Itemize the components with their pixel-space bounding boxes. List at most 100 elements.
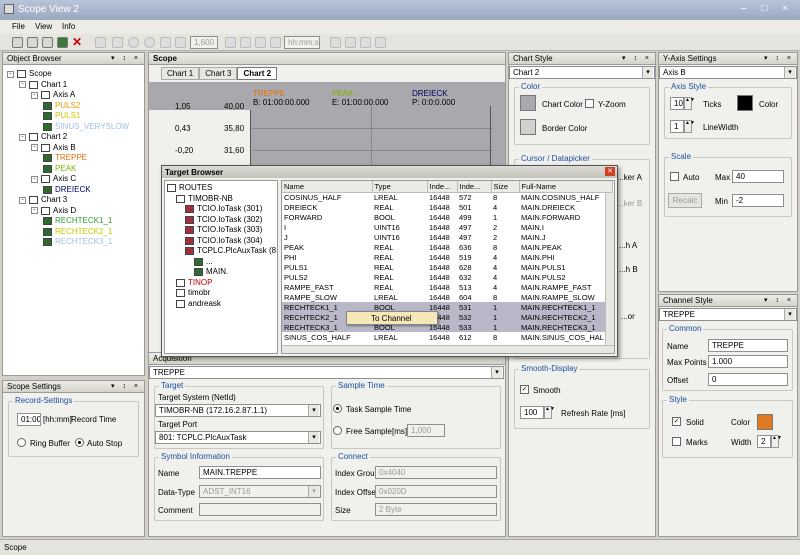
table-row[interactable]: DREIECK REAL 16448 501 4 MAIN.DREIECK <box>282 202 612 212</box>
axis-select[interactable]: Axis B <box>659 66 797 79</box>
tree-item[interactable]: - Axis D <box>7 206 129 217</box>
linewidth-spin[interactable]: ▲▼ <box>684 120 695 133</box>
smooth-checkbox[interactable]: ✓ <box>520 385 529 394</box>
collapse-icon[interactable]: - <box>31 207 38 215</box>
menu-info[interactable]: Info <box>62 22 75 31</box>
collapse-icon[interactable]: - <box>31 91 38 99</box>
collapse-icon[interactable]: - <box>19 133 26 141</box>
recalc-button[interactable]: Recalc <box>668 193 702 208</box>
refresh-rate-input[interactable]: 100 <box>520 406 544 419</box>
play-icon[interactable] <box>175 37 186 48</box>
target-tree-item[interactable]: TINOP <box>167 278 276 289</box>
target-tree-item[interactable]: ... <box>167 257 276 268</box>
chart-add-icon[interactable] <box>27 37 38 48</box>
channel-select[interactable]: TREPPE <box>149 366 504 379</box>
marks-checkbox[interactable] <box>672 437 681 446</box>
tree-item[interactable]: DREIECK <box>7 185 129 196</box>
index-group-input[interactable]: 0x4040 <box>375 466 497 479</box>
column-header[interactable]: Size <box>491 181 520 193</box>
ticks-spin[interactable]: ▲▼ <box>684 97 695 110</box>
column-header[interactable]: Type <box>372 181 428 193</box>
panel-controls[interactable]: ▾ ↕ × <box>764 295 797 306</box>
table-row[interactable]: SINUS_COS_HALF LREAL 16448 612 8 MAIN.SINUS_C… <box>282 332 612 342</box>
width-input[interactable]: 2 <box>757 435 771 448</box>
tree-item[interactable]: PEAK <box>7 164 129 175</box>
auto-scale-checkbox[interactable] <box>670 172 679 181</box>
table-row[interactable]: RAMPE_FAST REAL 16448 513 4 MAIN.RAMPE_FAST <box>282 282 612 292</box>
stop-icon[interactable] <box>144 37 155 48</box>
cut-icon[interactable] <box>112 37 123 48</box>
collapse-icon[interactable]: - <box>19 196 26 204</box>
free-sample-radio[interactable] <box>333 426 342 435</box>
tree-item[interactable]: SINUS_VERYSLOW <box>7 122 129 133</box>
y-zoom-checkbox[interactable] <box>585 99 594 108</box>
undo-icon[interactable] <box>330 37 341 48</box>
symbol-name-input[interactable]: MAIN.TREPPE <box>199 466 321 479</box>
free-sample-input[interactable]: 1,000 <box>407 424 445 437</box>
table-row[interactable]: RECHTECK2_1BOOL164485321MAIN.RECHTECK2_1 <box>282 312 612 322</box>
table-row[interactable]: PULS1 REAL 16448 628 4 MAIN.PULS1 <box>282 262 612 272</box>
next-icon[interactable] <box>255 37 266 48</box>
table-row[interactable]: J UINT16 16448 497 2 MAIN.J <box>282 232 612 242</box>
task-sample-radio[interactable] <box>333 404 342 413</box>
pause-icon[interactable] <box>160 37 171 48</box>
vertical-scrollbar[interactable] <box>605 193 614 345</box>
tree-item[interactable]: PULS2 <box>7 101 129 112</box>
collapse-icon[interactable]: - <box>19 81 26 89</box>
zoom-y-icon[interactable] <box>375 37 386 48</box>
border-color-swatch[interactable] <box>520 119 536 135</box>
move-icon[interactable] <box>345 37 356 48</box>
solid-checkbox[interactable]: ✓ <box>672 417 681 426</box>
target-tree-item[interactable]: TCIO.IoTask (303) <box>167 225 276 236</box>
to-channel-menu-item[interactable]: To Channel <box>371 314 411 323</box>
target-tree-item[interactable]: TCIO.IoTask (301) <box>167 204 276 215</box>
table-row[interactable]: PULS2 REAL 16448 632 4 MAIN.PULS2 <box>282 272 612 282</box>
last-icon[interactable] <box>270 37 281 48</box>
max-input[interactable]: 40 <box>732 170 784 183</box>
target-tree-item[interactable]: TCPLC.PlcAuxTask (8 <box>167 246 276 257</box>
disconnect-icon[interactable] <box>95 37 106 48</box>
menu-view[interactable]: View <box>35 22 52 31</box>
delete-icon[interactable]: ✕ <box>72 35 82 49</box>
axis-color-swatch[interactable] <box>737 95 753 111</box>
target-tree-item[interactable]: TCIO.IoTask (302) <box>167 215 276 226</box>
table-row[interactable]: RECHTECK1_1 BOOL 16448 531 1 MAIN.RECHTECK1_1 <box>282 302 612 312</box>
column-header[interactable]: Full-Name <box>519 181 613 193</box>
auto-stop-radio[interactable] <box>75 438 84 447</box>
close-icon[interactable]: ✕ <box>605 167 615 176</box>
tree-item[interactable]: - Axis B <box>7 143 129 154</box>
tree-item[interactable]: PULS1 <box>7 111 129 122</box>
tree-item[interactable]: RECHTECK3_1 <box>7 237 129 248</box>
tree-item[interactable]: - Axis C <box>7 174 129 185</box>
table-row[interactable]: RECHTECK3_1 BOOL 16448 533 1 MAIN.RECHTECK3_1 <box>282 322 612 332</box>
tree-item[interactable]: TREPPE <box>7 153 129 164</box>
target-tree-item[interactable]: andreask <box>167 299 276 310</box>
table-row[interactable]: RAMPE_SLOW LREAL 16448 604 8 MAIN.RAMPE_SLOW <box>282 292 612 302</box>
table-row[interactable]: FORWARD BOOL 16448 499 1 MAIN.FORWARD <box>282 212 612 222</box>
table-row[interactable]: COSINUS_HALF LREAL 16448 572 8 MAIN.COSINUS_H… <box>282 192 612 202</box>
collapse-icon[interactable]: - <box>31 175 38 183</box>
collapse-icon[interactable]: - <box>7 70 14 78</box>
target-system-select[interactable]: TIMOBR-NB (172.16.2.87.1.1) <box>155 404 321 417</box>
refresh-rate-spin[interactable]: ▲▼ <box>544 406 555 419</box>
first-icon[interactable] <box>225 37 236 48</box>
scope-tab-title[interactable]: Scope <box>153 53 177 64</box>
width-spin[interactable]: ▲▼ <box>771 435 782 448</box>
new-scope-icon[interactable] <box>12 37 23 48</box>
tab-chart-3[interactable]: Chart 3 <box>199 67 238 80</box>
target-tree-item[interactable]: ROUTES <box>167 183 276 194</box>
tab-chart-1[interactable]: Chart 1 <box>161 67 200 80</box>
tree-item[interactable]: RECHTECK2_1 <box>7 227 129 238</box>
size-input[interactable]: 2 Byte <box>375 503 497 516</box>
tree-item[interactable]: - Scope <box>7 69 129 80</box>
target-port-select[interactable]: 801: TCPLC.PlcAuxTask <box>155 431 321 444</box>
tree-item[interactable]: - Chart 1 <box>7 80 129 91</box>
table-row[interactable]: PHI REAL 16448 519 4 MAIN.PHI <box>282 252 612 262</box>
target-tree-item[interactable]: TIMOBR-NB <box>167 194 276 205</box>
datatype-select[interactable]: ADST_INT16 <box>199 485 321 498</box>
tree-item[interactable]: - Chart 3 <box>7 195 129 206</box>
tree-item[interactable]: RECHTECK1_1 <box>7 216 129 227</box>
column-header[interactable]: Inde... <box>457 181 492 193</box>
target-tree-item[interactable]: MAIN. <box>167 267 276 278</box>
table-row[interactable]: PEAK REAL 16448 636 8 MAIN.PEAK <box>282 242 612 252</box>
